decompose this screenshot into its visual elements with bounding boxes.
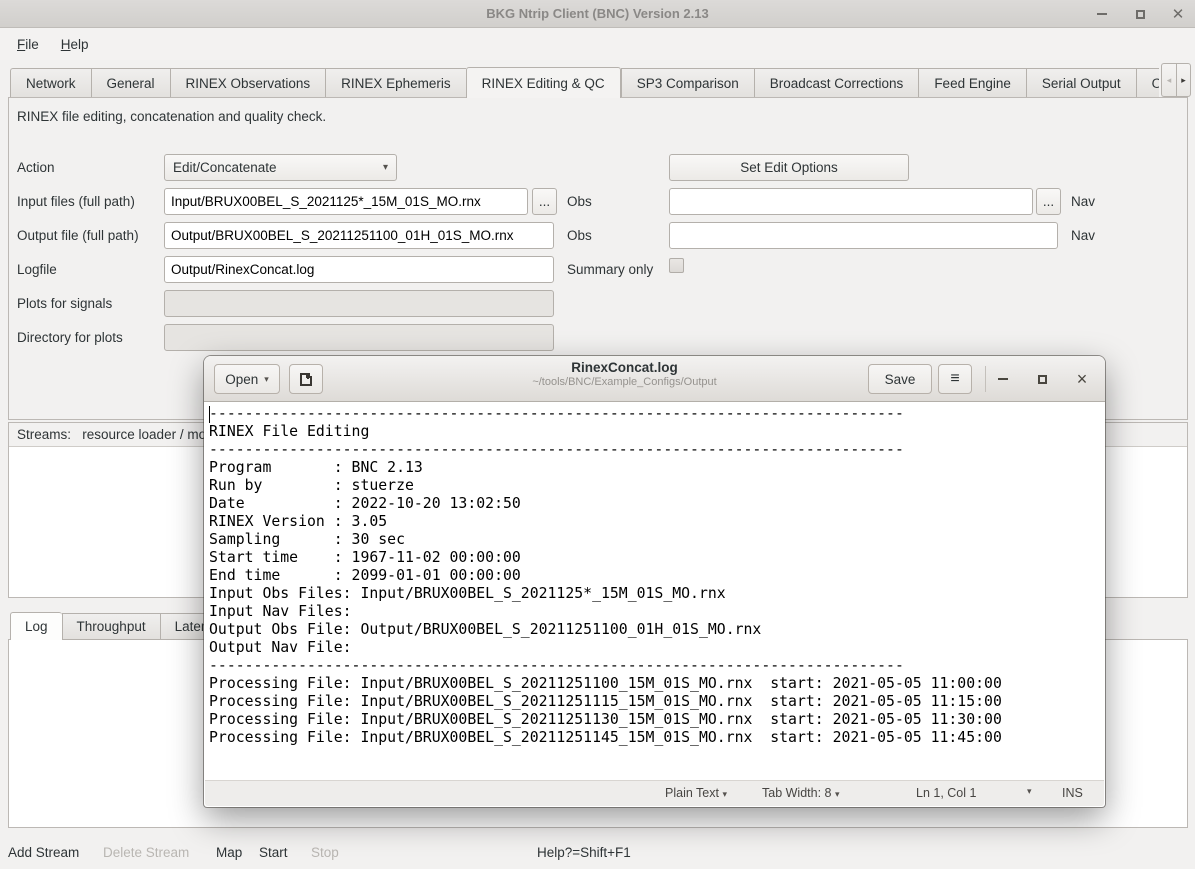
- chevron-down-icon: ▾: [1027, 786, 1032, 796]
- output-file-field[interactable]: [164, 222, 554, 249]
- stop-button: Stop: [311, 845, 339, 860]
- editor-headerbar: Open ▾ RinexConcat.log ~/tools/BNC/Examp…: [204, 356, 1105, 402]
- action-select[interactable]: Edit/Concatenate ▾: [164, 154, 397, 181]
- tab-width-dropdown[interactable]: Tab Width: 8 ▾: [762, 786, 840, 800]
- position-dropdown[interactable]: ▾: [1027, 786, 1032, 797]
- headerbar-separator: [985, 366, 986, 392]
- editor-window: Open ▾ RinexConcat.log ~/tools/BNC/Examp…: [204, 356, 1105, 807]
- maximize-icon: [1136, 10, 1145, 19]
- minimize-button[interactable]: [1093, 5, 1111, 23]
- output-nav-label: Nav: [1071, 228, 1095, 243]
- plots-directory-field: [164, 324, 554, 351]
- text-caret: [209, 406, 210, 423]
- set-edit-options-button[interactable]: Set Edit Options: [669, 154, 909, 181]
- input-files-field[interactable]: [164, 188, 528, 215]
- log-tab-bar: Log Throughput Latency: [10, 612, 237, 640]
- tab-scroll-right-button[interactable]: ▸: [1176, 63, 1191, 97]
- input-files-label: Input files (full path): [17, 194, 135, 209]
- editor-title-block: RinexConcat.log ~/tools/BNC/Example_Conf…: [404, 360, 845, 388]
- maximize-button[interactable]: [1131, 5, 1149, 23]
- app-title: BKG Ntrip Client (BNC) Version 2.13: [0, 0, 1195, 28]
- editor-minimize-button[interactable]: [994, 370, 1012, 388]
- output-nav-file-field[interactable]: [669, 222, 1058, 249]
- input-nav-browse-button[interactable]: ...: [1036, 188, 1061, 215]
- tab-log[interactable]: Log: [10, 612, 62, 640]
- delete-stream-button: Delete Stream: [103, 845, 189, 860]
- new-document-icon: [298, 371, 314, 387]
- logfile-field[interactable]: [164, 256, 554, 283]
- chevron-down-icon: ▾: [383, 162, 388, 173]
- maximize-icon: [1038, 375, 1047, 384]
- editor-text[interactable]: ----------------------------------------…: [205, 403, 1104, 747]
- menu-help[interactable]: Help: [52, 33, 98, 56]
- editor-statusbar: Plain Text ▾ Tab Width: 8 ▾ Ln 1, Col 1 …: [205, 780, 1104, 806]
- insert-mode-label: INS: [1062, 786, 1083, 800]
- minimize-icon: [1097, 13, 1107, 15]
- close-button[interactable]: ✕: [1169, 5, 1187, 23]
- tab-rinex-editing-qc[interactable]: RINEX Editing & QC: [466, 67, 621, 98]
- summary-only-label: Summary only: [567, 262, 653, 277]
- editor-close-button[interactable]: ×: [1073, 370, 1091, 388]
- hamburger-menu-icon: ≡: [950, 370, 959, 388]
- add-stream-button[interactable]: Add Stream: [8, 845, 79, 860]
- tab-network[interactable]: Network: [10, 68, 91, 98]
- tab-throughput[interactable]: Throughput: [62, 613, 160, 640]
- chevron-down-icon: ▾: [264, 374, 269, 385]
- plots-signals-label: Plots for signals: [17, 296, 112, 311]
- tab-rinex-observations[interactable]: RINEX Observations: [170, 68, 326, 98]
- action-value: Edit/Concatenate: [173, 160, 277, 175]
- doc-type-dropdown[interactable]: Plain Text ▾: [665, 786, 727, 800]
- map-button[interactable]: Map: [216, 845, 242, 860]
- chevron-down-icon: ▾: [722, 789, 727, 799]
- cursor-position-label: Ln 1, Col 1: [916, 786, 976, 800]
- tab-outages[interactable]: Ou: [1136, 68, 1159, 98]
- input-nav-files-field[interactable]: [669, 188, 1033, 215]
- open-button[interactable]: Open ▾: [214, 364, 280, 394]
- output-obs-label: Obs: [567, 228, 592, 243]
- help-shortcut-label: Help?=Shift+F1: [537, 845, 631, 860]
- action-label: Action: [17, 160, 55, 175]
- tab-scroll: ◂ ▸: [1161, 63, 1191, 97]
- tab-feed-engine[interactable]: Feed Engine: [918, 68, 1026, 98]
- minimize-icon: [998, 378, 1008, 380]
- app-titlebar: BKG Ntrip Client (BNC) Version 2.13 ✕: [0, 0, 1195, 28]
- menu-button[interactable]: ≡: [938, 364, 972, 394]
- editor-text-area[interactable]: ----------------------------------------…: [205, 403, 1104, 780]
- close-icon: ✕: [1172, 7, 1185, 22]
- tab-sp3-comparison[interactable]: SP3 Comparison: [621, 68, 754, 98]
- menu-file[interactable]: File: [8, 33, 48, 56]
- input-obs-label: Obs: [567, 194, 592, 209]
- tab-broadcast-corrections[interactable]: Broadcast Corrections: [754, 68, 919, 98]
- start-button[interactable]: Start: [259, 845, 288, 860]
- tab-serial-output[interactable]: Serial Output: [1026, 68, 1136, 98]
- tab-bar: Network General RINEX Observations RINEX…: [10, 67, 1159, 98]
- output-file-label: Output file (full path): [17, 228, 139, 243]
- editor-document-title: RinexConcat.log: [404, 360, 845, 375]
- plots-directory-label: Directory for plots: [17, 330, 123, 345]
- editor-maximize-button[interactable]: [1033, 370, 1051, 388]
- input-files-browse-button[interactable]: ...: [532, 188, 557, 215]
- tab-scroll-left-button[interactable]: ◂: [1161, 63, 1176, 97]
- panel-description: RINEX file editing, concatenation and qu…: [17, 109, 326, 124]
- logfile-label: Logfile: [17, 262, 57, 277]
- chevron-down-icon: ▾: [835, 789, 840, 799]
- plots-signals-field: [164, 290, 554, 317]
- save-button[interactable]: Save: [868, 364, 932, 394]
- new-document-button[interactable]: [289, 364, 323, 394]
- close-icon: ×: [1077, 369, 1088, 390]
- tab-general[interactable]: General: [91, 68, 170, 98]
- summary-only-checkbox[interactable]: [669, 258, 684, 273]
- chevron-right-icon: ▸: [1181, 75, 1186, 86]
- menubar: File Help: [0, 28, 1195, 60]
- chevron-left-icon: ◂: [1167, 75, 1172, 86]
- editor-document-path: ~/tools/BNC/Example_Configs/Output: [404, 376, 845, 388]
- tab-rinex-ephemeris[interactable]: RINEX Ephemeris: [325, 68, 466, 98]
- bottom-action-bar: Add Stream Delete Stream Map Start Stop …: [0, 839, 1195, 869]
- input-nav-label: Nav: [1071, 194, 1095, 209]
